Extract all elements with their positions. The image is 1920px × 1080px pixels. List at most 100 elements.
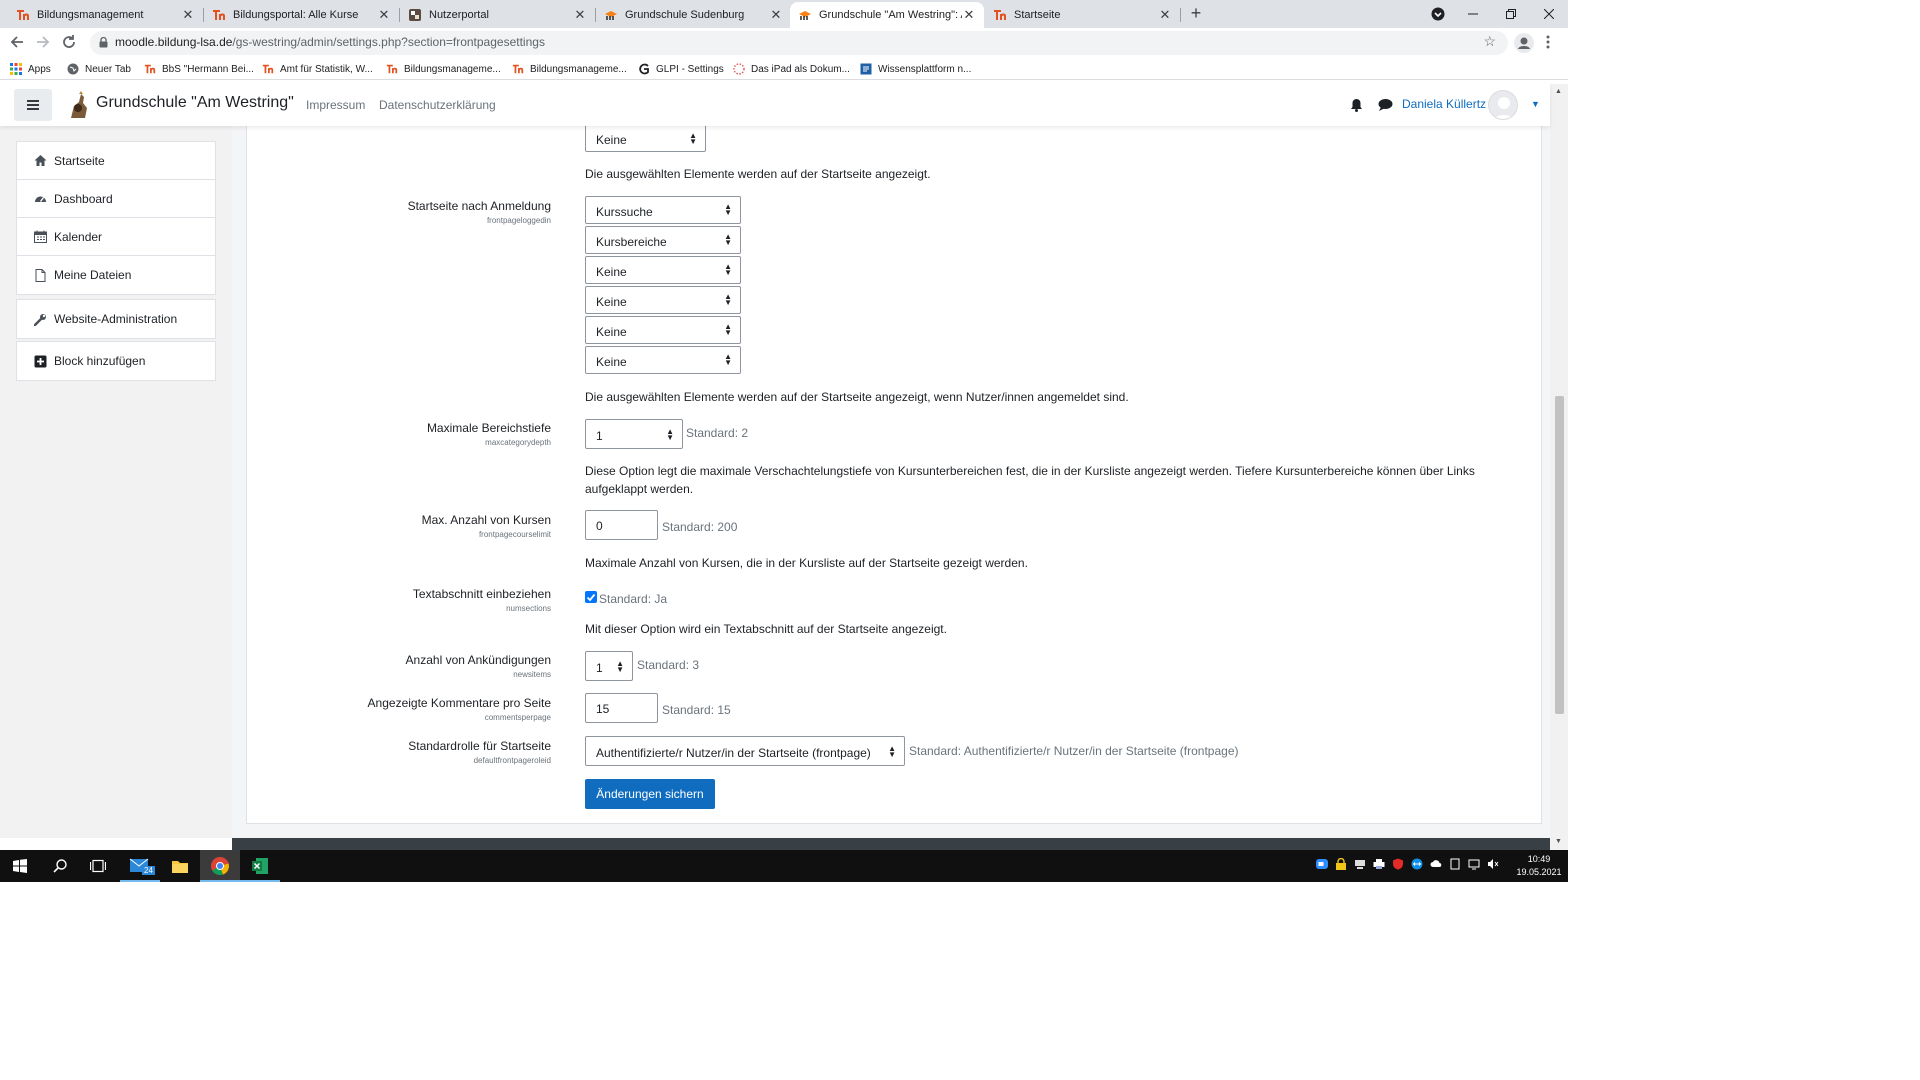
drawer-toggle-button[interactable] — [14, 89, 52, 121]
scrollbar-thumb[interactable] — [1555, 396, 1564, 714]
tablet-mode-icon[interactable] — [1449, 858, 1461, 870]
windows-start-icon — [13, 859, 27, 873]
save-changes-button[interactable]: Änderungen sichern — [585, 779, 715, 809]
zoom-icon[interactable] — [1316, 858, 1328, 870]
select-value: 1 — [596, 429, 603, 443]
checkmark-icon — [586, 593, 596, 602]
nav-link-impressum[interactable]: Impressum — [306, 98, 365, 112]
taskbar-clock[interactable]: 10:49 19.05.2021 — [1514, 853, 1564, 879]
browser-chrome: Bildungsmanagement ✕ Bildungsportal: All… — [0, 0, 1568, 84]
bookmark-neuer-tab[interactable]: Neuer Tab — [67, 61, 131, 77]
setting-key-defaultfrontpageroleid: defaultfrontpageroleid — [473, 756, 551, 765]
sidebar-item-label: Website-Administration — [54, 312, 178, 326]
nav-link-datenschutz[interactable]: Datenschutzerklärung — [379, 98, 496, 112]
clock-date: 19.05.2021 — [1516, 867, 1562, 877]
url-text: moodle.bildung-lsa.de/gs-westring/admin/… — [115, 35, 545, 49]
chat-bubble-icon[interactable] — [1378, 98, 1393, 111]
tab-grundschule-am-westring[interactable]: Grundschule "Am Westring": Adr ✕ — [790, 2, 984, 28]
frontpageloggedin-select-2[interactable]: Kursbereiche ▲ ▼ — [585, 226, 741, 254]
forward-button[interactable] — [35, 34, 53, 52]
back-button[interactable] — [9, 34, 27, 52]
frontpage-select-6[interactable]: Keine ▲ ▼ — [585, 122, 706, 152]
maxcategorydepth-select[interactable]: 1 ▲ ▼ — [585, 419, 683, 449]
page-scrollbar[interactable]: ▲ ▼ — [1550, 84, 1568, 850]
close-icon[interactable]: ✕ — [181, 7, 195, 23]
bookmark-star-icon[interactable]: ☆ — [1483, 33, 1496, 50]
chevron-down-icon[interactable]: ▼ — [1531, 99, 1540, 109]
avatar[interactable] — [1488, 90, 1518, 120]
numsections-checkbox[interactable] — [585, 591, 597, 603]
frontpagecourselimit-input[interactable]: 0 — [585, 510, 658, 540]
excel-app-button[interactable] — [240, 850, 280, 882]
scroll-down-icon[interactable]: ▼ — [1555, 838, 1562, 845]
lock-icon — [99, 37, 108, 48]
setting-key-commentsperpage: commentsperpage — [484, 713, 551, 722]
bookmark-glpi[interactable]: GLPI - Settings — [638, 61, 724, 77]
close-icon[interactable]: ✕ — [1158, 7, 1172, 23]
task-view-button[interactable] — [78, 850, 118, 882]
antivirus-shield-icon[interactable] — [1392, 858, 1404, 870]
new-tab-button[interactable]: + — [1186, 4, 1206, 24]
network-icon[interactable] — [1468, 858, 1480, 870]
close-icon[interactable]: ✕ — [962, 7, 976, 23]
teamviewer-icon[interactable] — [1411, 858, 1423, 870]
search-icon — [53, 859, 67, 873]
drawer-group-block: Block hinzufügen — [16, 341, 216, 381]
tab-alle-kurse[interactable]: Bildungsportal: Alle Kurse ✕ — [204, 2, 399, 28]
frontpageloggedin-select-6[interactable]: Keine ▲ ▼ — [585, 346, 741, 374]
sidebar-item-startseite[interactable]: Startseite — [17, 142, 215, 180]
moodle-hat-icon — [605, 11, 617, 20]
close-icon[interactable]: ✕ — [769, 7, 783, 23]
close-icon[interactable]: ✕ — [377, 7, 391, 23]
frontpageloggedin-select-3[interactable]: Keine ▲ ▼ — [585, 256, 741, 284]
speaker-muted-icon[interactable] — [1487, 858, 1499, 870]
bookmark-bildungsmanagement-1[interactable]: Bildungsmanageme... — [386, 61, 501, 77]
setting-label-frontpageloggedin: Startseite nach Anmeldung — [407, 199, 551, 213]
bookmark-bbs-hermann[interactable]: BbS "Hermann Bei... — [144, 61, 254, 77]
network-drive-icon[interactable] — [1354, 858, 1366, 870]
select-value: Authentifizierte/r Nutzer/in der Startse… — [596, 746, 871, 760]
cloud-sync-icon[interactable] — [1430, 858, 1442, 870]
printer-icon[interactable] — [1373, 858, 1385, 870]
tab-grundschule-sudenburg[interactable]: Grundschule Sudenburg ✕ — [596, 2, 791, 28]
tab-nutzerportal[interactable]: Nutzerportal ✕ — [400, 2, 595, 28]
scroll-up-icon[interactable]: ▲ — [1555, 88, 1562, 95]
sidebar-item-website-administration[interactable]: Website-Administration — [17, 300, 215, 338]
select-value: Kurssuche — [596, 205, 653, 219]
start-button[interactable] — [0, 850, 40, 882]
commentsperpage-input[interactable]: 15 — [585, 693, 658, 723]
tab-bildungsmanagement[interactable]: Bildungsmanagement ✕ — [8, 2, 203, 28]
bell-icon[interactable] — [1350, 98, 1363, 112]
chevron-down-circle-icon — [1431, 7, 1445, 21]
frontpageloggedin-select-4[interactable]: Keine ▲ ▼ — [585, 286, 741, 314]
bookmark-ipad[interactable]: Das iPad als Dokum... — [733, 61, 850, 77]
bookmark-wissensplattform[interactable]: Wissensplattform n... — [860, 61, 971, 77]
sidebar-item-kalender[interactable]: Kalender — [17, 218, 215, 256]
search-button[interactable] — [40, 850, 80, 882]
sidebar-item-block-hinzufuegen[interactable]: Block hinzufügen — [17, 342, 215, 380]
sidebar-item-dashboard[interactable]: Dashboard — [17, 180, 215, 218]
sidebar-item-meine-dateien[interactable]: Meine Dateien — [17, 256, 215, 294]
site-name[interactable]: Grundschule "Am Westring" — [96, 94, 294, 112]
newsitems-select[interactable]: 1 ▲ ▼ — [585, 651, 633, 681]
window-close-button[interactable] — [1526, 0, 1572, 28]
profile-avatar-button[interactable] — [1514, 33, 1534, 53]
chrome-app-button[interactable] — [200, 850, 240, 882]
file-explorer-button[interactable] — [160, 850, 200, 882]
bookmark-amt-statistik[interactable]: Amt für Statistik, W... — [262, 61, 373, 77]
reload-button[interactable] — [61, 34, 79, 52]
defaultfrontpageroleid-select[interactable]: Authentifizierte/r Nutzer/in der Startse… — [585, 736, 905, 766]
file-explorer-icon — [172, 861, 188, 873]
frontpageloggedin-select-1[interactable]: Kurssuche ▲ ▼ — [585, 196, 741, 224]
bookmark-bildungsmanagement-2[interactable]: Bildungsmanageme... — [512, 61, 627, 77]
frontpageloggedin-select-5[interactable]: Keine ▲ ▼ — [585, 316, 741, 344]
active-indicator — [120, 880, 160, 882]
lock-icon[interactable] — [1335, 858, 1347, 870]
browser-menu-button[interactable] — [1546, 35, 1554, 51]
address-bar[interactable]: moodle.bildung-lsa.de/gs-westring/admin/… — [90, 31, 1508, 55]
bookmark-apps[interactable]: Apps — [10, 61, 51, 77]
tab-startseite[interactable]: Startseite ✕ — [985, 2, 1180, 28]
user-name[interactable]: Daniela Küllertz — [1402, 97, 1486, 111]
mail-app-button[interactable]: 24 — [120, 850, 160, 882]
close-icon[interactable]: ✕ — [573, 7, 587, 23]
